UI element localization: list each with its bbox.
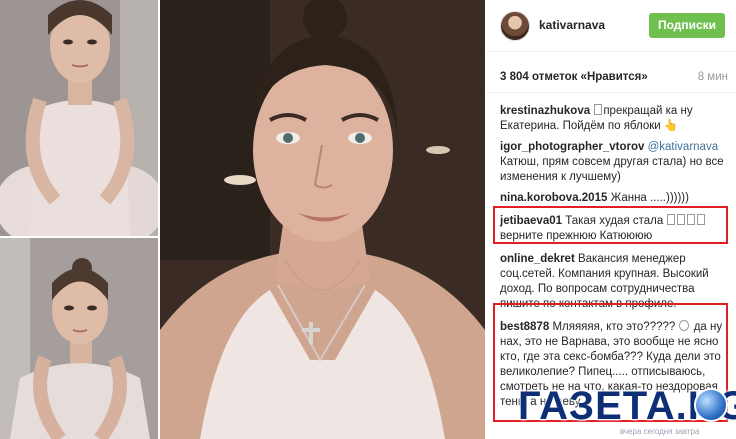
comment-username[interactable]: nina.korobova.2015 [500,192,607,204]
follow-button[interactable]: Подписки [649,13,725,38]
comment-username[interactable]: igor_photographer_vtorov [500,141,644,153]
comment: nina.korobova.2015 Жанна .....)))))) [500,191,730,206]
photo-top-left [0,0,158,236]
watermark-tagline: вчера сегодня завтра [620,427,700,436]
username-link[interactable]: kativarnava [539,18,605,32]
watermark-logo: ГАЗЕТА.KG вчера сегодня завтра [518,384,736,439]
comment-mention[interactable]: @kativarnava [648,141,718,153]
likes-row: 3 804 отметок «Нравится» 8 мин [487,63,736,93]
missing-emoji-icon [594,104,603,115]
globe-icon [694,388,728,422]
photo-main-selfie [160,0,485,439]
comment: igor_photographer_vtorov @kativarnava Ка… [500,140,730,185]
comment-username[interactable]: online_dekret [500,253,575,265]
post-time[interactable]: 8 мин [698,71,728,83]
highlight-frame [493,206,728,244]
photo-bottom-left [0,238,158,439]
comment-username[interactable]: krestinazhukova [500,105,590,117]
post-header: kativarnava Подписки [487,0,736,52]
comment-text: Катюш, прям совсем другая стала) но все … [500,156,724,183]
avatar[interactable] [500,11,530,41]
comment-text: Жанна .....)))))) [610,192,689,204]
likes-count[interactable]: 3 804 отметок «Нравится» [500,71,648,83]
comment: krestinazhukova прекращай ка ну Екатерин… [500,104,730,134]
